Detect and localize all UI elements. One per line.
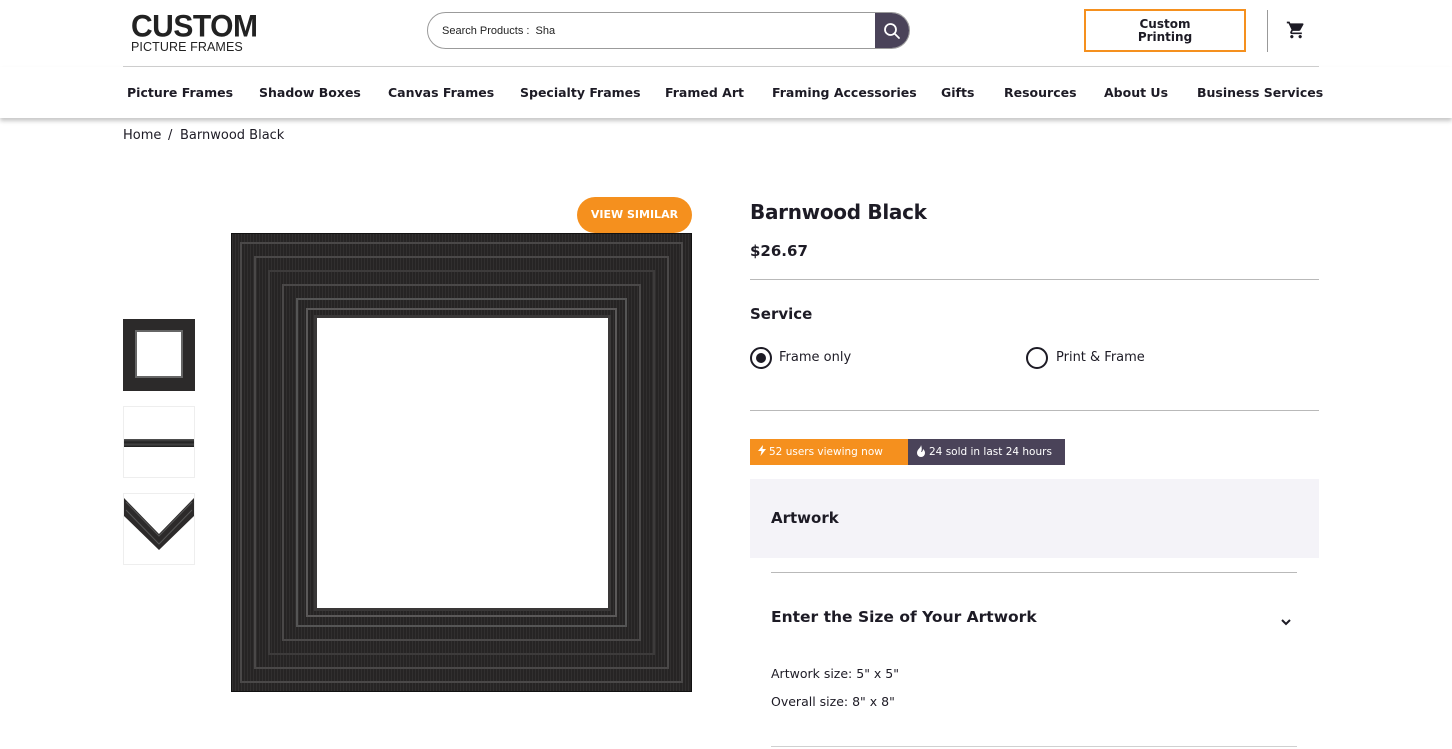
logo-text-custom: CUSTOM: [131, 9, 258, 44]
search-icon: [884, 22, 900, 39]
sold-recently-badge: 24 sold in last 24 hours: [908, 439, 1065, 465]
fire-icon: [917, 445, 925, 457]
nav-canvas-frames[interactable]: Canvas Frames: [388, 85, 494, 100]
artwork-heading: Artwork: [771, 509, 839, 527]
main-nav: Picture Frames Shadow Boxes Canvas Frame…: [0, 67, 1452, 118]
divider: [750, 279, 1319, 280]
nav-framed-art[interactable]: Framed Art: [665, 85, 744, 100]
thumbnail-profile[interactable]: [123, 406, 195, 478]
breadcrumb-current: Barnwood Black: [180, 128, 285, 143]
thumbnail-corner[interactable]: [123, 493, 195, 565]
nav-shadow-boxes[interactable]: Shadow Boxes: [259, 85, 361, 100]
divider: [771, 746, 1297, 747]
thumbnail-front[interactable]: [123, 319, 195, 391]
viewing-now-text: 52 users viewing now: [769, 446, 883, 458]
artwork-section-header: Artwork: [750, 479, 1319, 558]
frame-opening: [317, 318, 608, 608]
view-similar-button[interactable]: VIEW SIMILAR: [577, 197, 692, 233]
radio-print-and-frame[interactable]: [1026, 347, 1048, 369]
overall-size-value: Overall size: 8" x 8": [771, 694, 895, 709]
radio-selected-dot: [756, 353, 766, 363]
breadcrumb-home[interactable]: Home: [123, 128, 161, 143]
divider: [771, 572, 1297, 573]
artwork-size-value: Artwork size: 5" x 5": [771, 666, 899, 681]
nav-gifts[interactable]: Gifts: [941, 85, 974, 100]
viewing-now-badge: 52 users viewing now: [750, 439, 908, 465]
sold-recently-text: 24 sold in last 24 hours: [929, 446, 1052, 458]
search-input[interactable]: [442, 13, 872, 48]
site-logo[interactable]: CUSTOM PICTURE FRAMES: [131, 9, 258, 54]
service-label: Service: [750, 305, 813, 323]
breadcrumb-separator: /: [168, 128, 173, 143]
nav-specialty-frames[interactable]: Specialty Frames: [520, 85, 641, 100]
artwork-size-accordion-title[interactable]: Enter the Size of Your Artwork: [771, 608, 1037, 626]
search-bar: [427, 12, 910, 49]
nav-picture-frames[interactable]: Picture Frames: [127, 85, 233, 100]
accordion-toggle[interactable]: [1279, 612, 1293, 631]
lightning-icon: [758, 445, 766, 456]
search-button[interactable]: [875, 13, 909, 48]
custom-printing-button[interactable]: Custom Printing: [1084, 9, 1246, 52]
nav-resources[interactable]: Resources: [1004, 85, 1077, 100]
header-divider: [1267, 10, 1268, 52]
product-price: $26.67: [750, 242, 808, 260]
nav-about-us[interactable]: About Us: [1104, 85, 1168, 100]
radio-print-and-frame-label[interactable]: Print & Frame: [1056, 350, 1145, 365]
thumbnail-corner-image: [124, 498, 194, 550]
nav-business-services[interactable]: Business Services: [1197, 85, 1323, 100]
custom-printing-label-line2: Printing: [1137, 30, 1193, 44]
chevron-down-icon: [1281, 619, 1291, 626]
thumbnail-profile-moulding: [124, 439, 194, 447]
product-main-image: [231, 233, 692, 692]
cart-icon: [1286, 21, 1304, 39]
radio-frame-only-label[interactable]: Frame only: [779, 350, 851, 365]
nav-framing-accessories[interactable]: Framing Accessories: [772, 85, 917, 100]
divider: [750, 410, 1319, 411]
cart-button[interactable]: [1286, 20, 1306, 44]
thumbnail-front-opening: [135, 330, 183, 378]
radio-frame-only[interactable]: [750, 347, 772, 369]
product-title: Barnwood Black: [750, 200, 927, 224]
